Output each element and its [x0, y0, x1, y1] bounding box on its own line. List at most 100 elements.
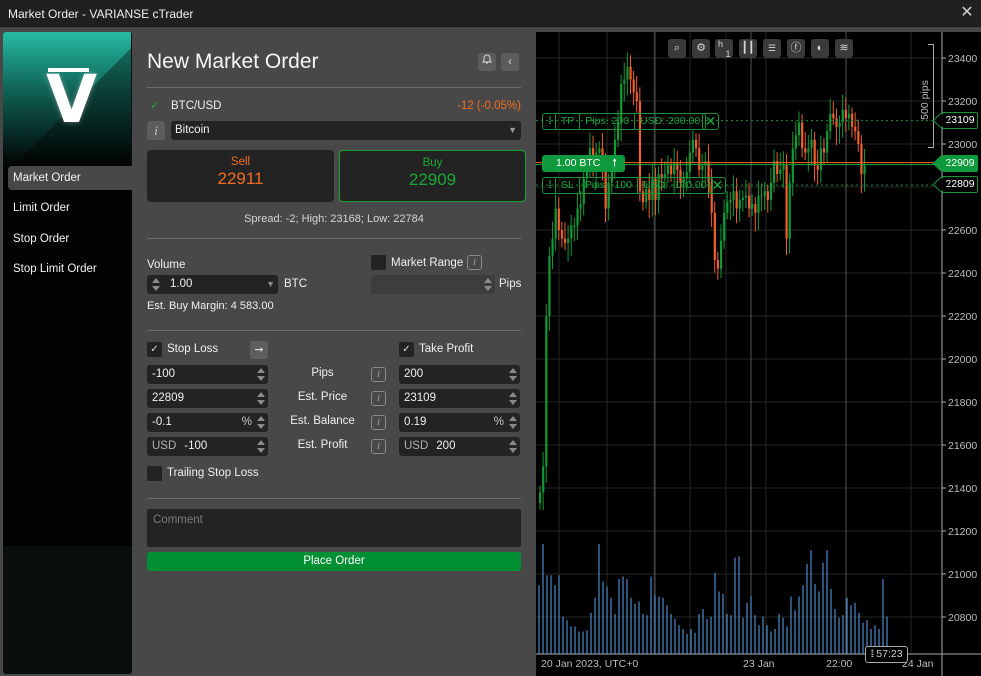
candle-body — [691, 139, 695, 153]
current-price-tag: 22909 — [942, 155, 978, 172]
info-icon[interactable]: i — [467, 255, 482, 270]
chevron-down-icon: ▼ — [508, 125, 517, 135]
candle-body — [748, 195, 751, 209]
stepper[interactable] — [257, 391, 265, 406]
stop-loss-price-input[interactable]: 22809 — [147, 389, 268, 408]
stepper[interactable] — [509, 367, 517, 382]
place-order-button[interactable]: Place Order — [147, 552, 521, 571]
stepper[interactable] — [257, 439, 265, 454]
market-range-checkbox[interactable] — [371, 255, 386, 270]
candle-body — [807, 148, 810, 153]
layers-icon[interactable]: ≋ — [835, 39, 853, 58]
candle-body — [598, 148, 601, 153]
info-icon[interactable]: i — [371, 391, 386, 406]
sl-price-tag[interactable]: 22809 — [942, 176, 978, 193]
candle-body — [751, 204, 754, 209]
sell-button[interactable]: Sell 22911 — [147, 150, 334, 202]
drag-handle-icon[interactable]: ⁞⁞ — [543, 178, 556, 193]
take-profit-pips-input[interactable]: 200 — [399, 365, 520, 384]
candle-body — [791, 148, 794, 183]
candle-body — [579, 204, 582, 209]
bell-icon[interactable] — [478, 53, 496, 71]
close-icon[interactable]: ✕ — [957, 3, 977, 23]
remove-stop-loss-icon[interactable]: ✕ — [709, 177, 726, 194]
candle-body — [863, 165, 866, 175]
instrument-select[interactable]: Bitcoin ▼ — [171, 121, 521, 140]
stepper[interactable] — [509, 415, 517, 430]
info-icon[interactable]: i — [371, 439, 386, 454]
candle-body — [797, 122, 801, 136]
volume-input[interactable]: 1.00 ▼ — [147, 275, 278, 294]
candle-body — [735, 191, 738, 209]
take-profit-profit-value: 200 — [436, 440, 456, 452]
checklist-icon[interactable]: ☰ — [763, 39, 781, 58]
candle-body — [754, 204, 757, 213]
y-tick-label: 21600 — [948, 440, 977, 452]
info-icon[interactable]: i — [147, 121, 165, 140]
stop-loss-marker[interactable]: ⁞⁞ SL Pips: -100 USD: -100.00 — [542, 177, 713, 194]
price-chart[interactable]: 2340023200230002280022600224002220022000… — [536, 32, 981, 676]
stepper[interactable] — [257, 367, 265, 382]
stop-loss-profit-input[interactable]: USD -100 — [147, 437, 268, 456]
candle-body — [719, 240, 723, 269]
candle-body — [726, 202, 729, 213]
stop-loss-checkbox[interactable]: ✓ — [147, 342, 162, 357]
stop-loss-pips-input[interactable]: -100 — [147, 365, 268, 384]
trailing-stop-checkbox[interactable] — [147, 466, 162, 481]
arrow-right-icon[interactable]: ➞ — [250, 341, 268, 359]
take-profit-marker[interactable]: ⁞⁞ TP Pips: 200 USD: 200.00 — [542, 113, 707, 130]
sidebar-item-market-order[interactable]: Market Order — [8, 166, 132, 190]
volume-stepper[interactable] — [152, 277, 160, 292]
chevron-down-icon[interactable]: ▼ — [266, 275, 275, 294]
candle-body — [576, 208, 579, 226]
facebook-icon[interactable]: ⓕ — [787, 39, 805, 58]
take-profit-price-input[interactable]: 23109 — [399, 389, 520, 408]
y-tick-label: 22600 — [948, 225, 977, 237]
market-range-input[interactable] — [371, 275, 495, 294]
stepper[interactable] — [257, 415, 265, 430]
sl-label: SL — [556, 178, 580, 193]
comment-input[interactable] — [147, 509, 521, 547]
take-profit-price-value: 23109 — [404, 392, 436, 404]
position-marker[interactable]: 1.00 BTC 🠕 — [542, 155, 625, 172]
zoom-icon[interactable]: ⌕ — [668, 39, 686, 58]
drag-handle-icon[interactable]: ⁞⁞ — [543, 114, 556, 129]
candle-body — [573, 225, 576, 227]
take-profit-balance-input[interactable]: 0.19% — [399, 413, 520, 432]
buy-button[interactable]: Buy 22909 — [339, 150, 526, 202]
take-profit-profit-input[interactable]: USD 200 — [399, 437, 520, 456]
tp-price-tag[interactable]: 23109 — [942, 112, 978, 129]
sidebar-item-stop-order[interactable]: Stop Order — [8, 227, 132, 251]
candles-icon[interactable]: ┃┃ — [739, 39, 757, 58]
candle-body — [738, 199, 741, 209]
stepper[interactable] — [509, 439, 517, 454]
candle-body — [816, 165, 819, 170]
candle-body — [810, 139, 813, 149]
candle-body — [819, 148, 822, 170]
sentiment-icon[interactable]: ◐ — [811, 39, 829, 58]
info-icon[interactable]: i — [371, 415, 386, 430]
timeframe-h1-icon[interactable]: h 1 — [715, 39, 733, 59]
candle-body — [554, 208, 557, 239]
take-profit-checkbox[interactable]: ✓ — [399, 342, 414, 357]
stepper[interactable] — [509, 391, 517, 406]
candle-body — [857, 131, 860, 144]
remove-take-profit-icon[interactable]: ✕ — [702, 113, 719, 130]
candle-timer: ⁞⁞ 57:23 — [865, 646, 908, 663]
candle-body — [785, 165, 788, 239]
collapse-chevron-icon[interactable]: ‹ — [501, 53, 519, 71]
candle-body — [826, 131, 829, 153]
est-buy-margin: Est. Buy Margin: 4 583.00 — [147, 300, 274, 312]
y-tick-label: 21400 — [948, 483, 977, 495]
y-tick-label: 22000 — [948, 354, 977, 366]
market-range-stepper[interactable] — [484, 277, 492, 292]
candle-body — [626, 66, 629, 80]
candle-body — [788, 182, 791, 239]
pip-ruler-label: 500 pips — [919, 80, 931, 120]
stop-loss-balance-input[interactable]: -0.1% — [147, 413, 268, 432]
percent-sign: % — [493, 416, 504, 428]
chart-settings-icon[interactable]: ⚙ — [692, 39, 710, 58]
sidebar-item-stop-limit-order[interactable]: Stop Limit Order — [8, 257, 132, 281]
info-icon[interactable]: i — [371, 367, 386, 382]
sidebar-item-limit-order[interactable]: Limit Order — [8, 196, 132, 220]
